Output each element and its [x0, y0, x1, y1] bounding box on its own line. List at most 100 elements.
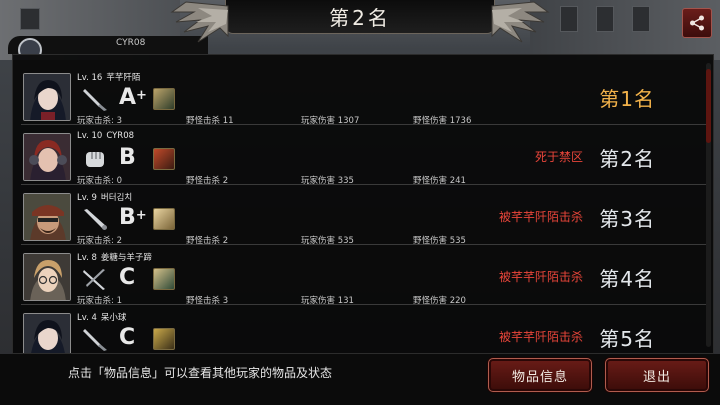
result-row[interactable]: Lv. 10 CYR08 B 玩家击杀: 0 野怪击杀 2 玩家伤害 335 野怪…: [21, 129, 711, 186]
player-grade: A+: [119, 85, 147, 111]
footer-hint: 点击「物品信息」可以查看其他玩家的物品及状态: [68, 366, 333, 380]
level-and-name: Lv. 16 芊芊阡陌: [77, 71, 140, 83]
player-damage-stat: 玩家伤害 1307: [301, 114, 359, 126]
monster-kills-label: 野怪击杀: [186, 296, 221, 306]
player-kills-stat: 玩家击杀: 2: [77, 236, 123, 246]
background-window: [632, 6, 650, 32]
scrollbar[interactable]: [706, 63, 711, 347]
crossed-blades-icon: [83, 269, 105, 290]
death-cause: 被芊芊阡陌击杀: [498, 210, 583, 224]
monster-kills-label: 野怪击杀: [186, 116, 221, 126]
grade-letter: A: [119, 85, 137, 110]
item-icon[interactable]: [153, 268, 175, 290]
scrollbar-thumb[interactable]: [706, 69, 711, 143]
knife-icon: [83, 329, 107, 351]
player-name: 버터김치: [100, 193, 133, 203]
player-name: 姜糖与羊子蹄: [100, 253, 152, 263]
player-kills-value: 3: [116, 116, 123, 126]
player-damage-value: 335: [337, 176, 354, 186]
share-button[interactable]: [682, 8, 712, 38]
background-window: [596, 6, 614, 32]
monster-kills-value: 11: [222, 116, 234, 126]
result-row[interactable]: Lv. 8 姜糖与羊子蹄 C 玩家击杀: 1 野怪击杀 3 玩家伤害 131 野怪…: [21, 249, 711, 306]
monster-kills-stat: 野怪击杀 11: [186, 114, 234, 126]
monster-kills-stat: 野怪击杀 2: [186, 174, 228, 186]
player-damage-label: 玩家伤害: [301, 176, 336, 186]
player-kills-value: 0: [116, 176, 123, 186]
self-player-name: CYR08: [116, 38, 146, 48]
player-damage-label: 玩家伤害: [301, 236, 336, 246]
player-avatar: [23, 313, 71, 353]
monster-damage-label: 野怪伤害: [413, 116, 448, 126]
rank-label: 第2名: [599, 147, 655, 171]
player-name: 芊芊阡陌: [106, 73, 141, 83]
player-damage-stat: 玩家伤害 535: [301, 234, 354, 246]
result-row[interactable]: Lv. 16 芊芊阡陌 A+ 玩家击杀: 3 野怪击杀 11 玩家伤害 1307 …: [21, 69, 711, 126]
player-avatar: [23, 73, 71, 121]
player-damage-value: 1307: [337, 116, 360, 126]
player-kills-label: 玩家击杀: [77, 236, 112, 246]
share-icon: [690, 15, 704, 31]
rank-label: 第1名: [599, 87, 655, 111]
item-icon[interactable]: [153, 208, 175, 230]
player-avatar: [23, 133, 71, 181]
item-icon[interactable]: [153, 148, 175, 170]
monster-damage-label: 野怪伤害: [413, 296, 448, 306]
player-kills-label: 玩家击杀: [77, 116, 112, 126]
item-icon[interactable]: [153, 328, 175, 350]
player-kills-label: 玩家击杀: [77, 176, 112, 186]
player-grade: C: [119, 325, 135, 351]
monster-damage-value: 241: [449, 176, 466, 186]
monster-damage-value: 535: [449, 236, 466, 246]
player-kills-value: 2: [116, 236, 123, 246]
wing-ornament-left-icon: [170, 1, 229, 43]
monster-kills-label: 野怪击杀: [186, 236, 221, 246]
result-row[interactable]: Lv. 4 呆小球 C 被芊芊阡陌击杀 第5名: [21, 309, 711, 353]
monster-damage-stat: 野怪伤害 241: [413, 174, 466, 186]
player-level: Lv. 8: [77, 253, 97, 263]
player-avatar: [23, 193, 71, 241]
player-damage-label: 玩家伤害: [301, 116, 336, 126]
item-info-button[interactable]: 物品信息: [488, 358, 592, 392]
grade-letter: B: [119, 205, 136, 230]
player-grade: B+: [119, 205, 147, 231]
player-damage-stat: 玩家伤害 335: [301, 174, 354, 186]
monster-kills-value: 2: [222, 176, 229, 186]
results-panel[interactable]: Lv. 16 芊芊阡陌 A+ 玩家击杀: 3 野怪击杀 11 玩家伤害 1307 …: [12, 54, 714, 354]
player-name: CYR08: [106, 131, 135, 141]
rank-label: 第5名: [599, 327, 655, 351]
player-level: Lv. 16: [77, 73, 103, 83]
death-cause: 被芊芊阡陌击杀: [498, 270, 583, 284]
exit-button[interactable]: 退出: [605, 358, 709, 392]
item-icon[interactable]: [153, 88, 175, 110]
player-kills-stat: 玩家击杀: 0: [77, 176, 123, 186]
grade-letter: C: [119, 325, 136, 350]
level-badge-icon: [18, 38, 42, 54]
player-grade: C: [119, 265, 135, 291]
player-kills-stat: 玩家击杀: 3: [77, 116, 123, 126]
monster-kills-label: 野怪击杀: [186, 176, 221, 186]
monster-damage-stat: 野怪伤害 1736: [413, 114, 471, 126]
monster-damage-value: 220: [449, 296, 466, 306]
player-avatar: [23, 253, 71, 301]
level-and-name: Lv. 8 姜糖与羊子蹄: [77, 251, 152, 263]
monster-damage-value: 1736: [449, 116, 472, 126]
background-window: [20, 8, 40, 30]
monster-damage-stat: 野怪伤害 220: [413, 294, 466, 306]
knife-icon: [83, 89, 107, 111]
player-kills-stat: 玩家击杀: 1: [77, 296, 123, 306]
level-and-name: Lv. 4 呆小球: [77, 311, 126, 323]
death-cause: 被芊芊阡陌击杀: [498, 330, 583, 344]
grade-modifier: +: [135, 208, 147, 223]
player-damage-value: 535: [337, 236, 354, 246]
grade-letter: C: [119, 265, 136, 290]
player-level: Lv. 4: [77, 313, 97, 323]
player-name: 呆小球: [100, 313, 127, 323]
result-row[interactable]: Lv. 9 버터김치 B+ 玩家击杀: 2 野怪击杀 2 玩家伤害 535 野怪伤…: [21, 189, 711, 246]
monster-kills-value: 3: [222, 296, 229, 306]
page-title: 第2名: [329, 6, 391, 30]
monster-damage-stat: 野怪伤害 535: [413, 234, 466, 246]
player-kills-value: 1: [116, 296, 123, 306]
level-and-name: Lv. 10 CYR08: [77, 131, 134, 141]
monster-kills-value: 2: [222, 236, 229, 246]
